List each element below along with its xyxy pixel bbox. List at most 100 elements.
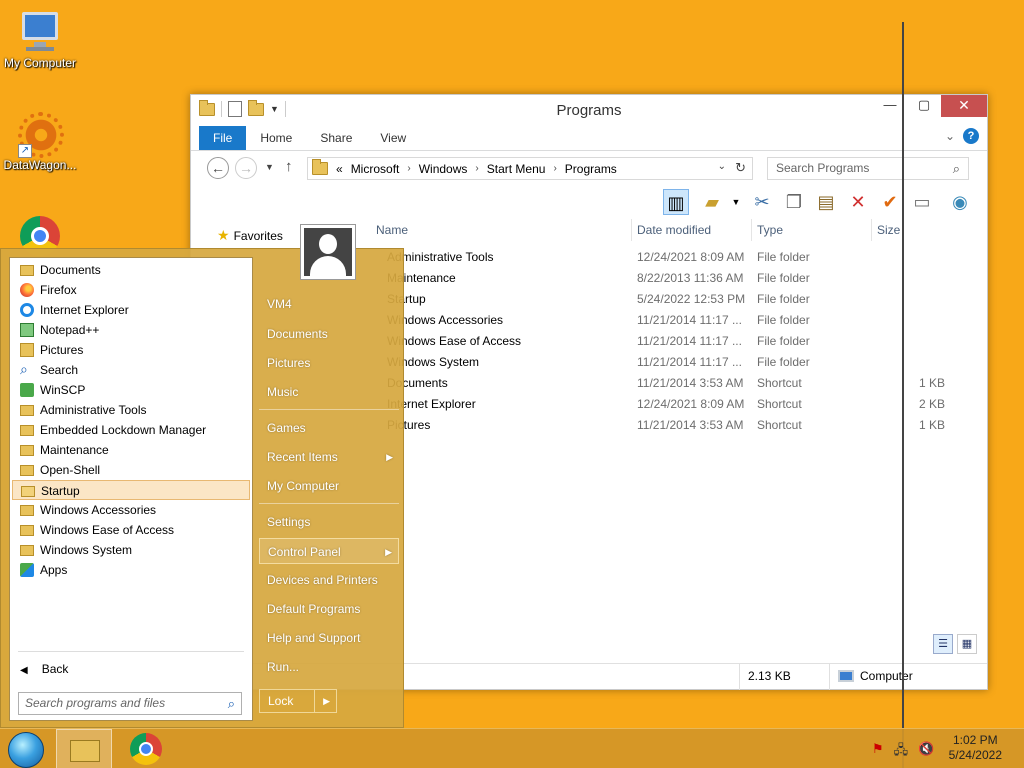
- table-row[interactable]: Pictures 11/21/2014 3:53 AM Shortcut 1 KB: [367, 415, 951, 436]
- start-item-games[interactable]: Games: [259, 415, 399, 441]
- user-avatar[interactable]: [300, 224, 356, 280]
- back-arrow-icon[interactable]: ←: [207, 157, 229, 179]
- breadcrumb-separator-icon[interactable]: ›: [553, 163, 556, 174]
- table-row[interactable]: Windows System 11/21/2014 11:17 ... File f…: [367, 352, 951, 373]
- paste-icon[interactable]: ▤: [813, 189, 839, 215]
- start-item-pictures[interactable]: Pictures: [259, 350, 399, 376]
- action-center-flag-icon[interactable]: ⚑: [872, 741, 884, 763]
- select-folder-icon[interactable]: ▰: [699, 189, 725, 215]
- lock-options-arrow-icon[interactable]: ▶: [323, 690, 330, 712]
- start-item-vm4[interactable]: VM4: [259, 291, 399, 317]
- details-view-icon[interactable]: ☰: [933, 634, 953, 654]
- table-row[interactable]: Windows Accessories 11/21/2014 11:17 ... F…: [367, 310, 951, 331]
- column-header-size[interactable]: Size: [877, 223, 900, 237]
- program-item-embedded-lockdown-manager[interactable]: Embedded Lockdown Manager: [12, 420, 250, 440]
- program-item-administrative-tools[interactable]: Administrative Tools: [12, 400, 250, 420]
- start-item-devices-and-printers[interactable]: Devices and Printers: [259, 567, 399, 593]
- cut-icon[interactable]: ✂: [749, 189, 775, 215]
- large-icons-view-icon[interactable]: ▦: [957, 634, 977, 654]
- program-item-internet-explorer[interactable]: Internet Explorer: [12, 300, 250, 320]
- breadcrumb-overflow[interactable]: «: [336, 162, 343, 176]
- tab-file[interactable]: File: [199, 126, 247, 150]
- table-row[interactable]: Internet Explorer 12/24/2021 8:09 AM Short…: [367, 394, 951, 415]
- program-item-pictures[interactable]: Pictures: [12, 340, 250, 360]
- up-arrow-icon[interactable]: ↑: [285, 158, 293, 175]
- table-row[interactable]: Maintenance 8/22/2013 11:36 AM File folder: [367, 268, 951, 289]
- table-row[interactable]: Windows Ease of Access 11/21/2014 11:17 .…: [367, 331, 951, 352]
- network-icon[interactable]: 🖧: [894, 741, 909, 763]
- start-item-music[interactable]: Music: [259, 379, 399, 405]
- tab-view[interactable]: View: [366, 126, 420, 150]
- start-item-my-computer[interactable]: My Computer: [259, 473, 399, 499]
- dropdown-icon[interactable]: ▼: [723, 189, 749, 215]
- copy-icon[interactable]: ❐: [781, 189, 807, 215]
- start-item-run[interactable]: Run...: [259, 654, 399, 680]
- table-row[interactable]: Documents 11/21/2014 3:53 AM Shortcut 1 KB: [367, 373, 951, 394]
- back-button[interactable]: ◀ Back: [20, 662, 68, 676]
- tab-share[interactable]: Share: [306, 126, 366, 150]
- start-button[interactable]: [8, 732, 44, 768]
- taskbar-file-explorer[interactable]: [56, 729, 112, 768]
- program-item-search[interactable]: ⌕ Search: [12, 360, 250, 380]
- program-item-windows-ease-of-access[interactable]: Windows Ease of Access: [12, 520, 250, 540]
- breadcrumb-microsoft[interactable]: Microsoft: [351, 162, 400, 176]
- lock-button[interactable]: Lock ▶: [259, 689, 337, 713]
- clock[interactable]: 1:02 PM 5/24/2022: [949, 733, 1002, 763]
- clock-date: 5/24/2022: [948, 748, 1002, 762]
- tab-home[interactable]: Home: [246, 126, 306, 150]
- apps-icon: [20, 563, 34, 577]
- refresh-icon[interactable]: ↻: [735, 160, 746, 176]
- address-input[interactable]: « Microsoft › Windows › Start Menu › Pro…: [307, 157, 753, 180]
- help-icon[interactable]: ?: [963, 128, 979, 144]
- taskbar-chrome[interactable]: [130, 733, 162, 765]
- breadcrumb-programs[interactable]: Programs: [565, 162, 617, 176]
- start-search-input[interactable]: Search programs and files ⌕: [18, 692, 242, 715]
- start-item-documents[interactable]: Documents: [259, 321, 399, 347]
- desktop-icon-my-computer[interactable]: My Computer: [0, 8, 80, 70]
- address-dropdown-icon[interactable]: ⌄: [718, 161, 726, 172]
- forward-arrow-icon[interactable]: →: [235, 157, 257, 179]
- status-zone: Computer: [829, 664, 989, 690]
- rename-icon[interactable]: ▭: [909, 189, 935, 215]
- start-item-settings[interactable]: Settings: [259, 509, 399, 535]
- start-item-help-and-support[interactable]: Help and Support: [259, 625, 399, 651]
- recent-locations-icon[interactable]: ▼: [265, 162, 274, 172]
- program-item-windows-accessories[interactable]: Windows Accessories: [12, 500, 250, 520]
- program-item-firefox[interactable]: Firefox: [12, 280, 250, 300]
- volume-muted-icon[interactable]: 🔇: [918, 741, 934, 763]
- folder-open-icon: [21, 486, 35, 497]
- breadcrumb-start-menu[interactable]: Start Menu: [487, 162, 546, 176]
- desktop-icon-datawagon[interactable]: ↗ DataWagon...: [0, 110, 80, 172]
- column-header-date[interactable]: Date modified: [637, 223, 711, 237]
- program-item-notepad-plus-plus[interactable]: Notepad++: [12, 320, 250, 340]
- program-item-startup[interactable]: Startup: [12, 480, 250, 500]
- breadcrumb-windows[interactable]: Windows: [419, 162, 468, 176]
- column-header-name[interactable]: Name: [376, 223, 408, 237]
- nav-item-favorites[interactable]: ★ Favorites: [217, 227, 283, 244]
- breadcrumb-separator-icon[interactable]: ›: [475, 163, 478, 174]
- preview-pane-icon[interactable]: ▥: [663, 189, 689, 215]
- close-button[interactable]: ✕: [941, 95, 987, 117]
- program-item-open-shell[interactable]: Open-Shell: [12, 460, 250, 480]
- start-item-recent-items[interactable]: Recent Items ▶: [259, 444, 399, 470]
- table-row[interactable]: Startup 5/24/2022 12:53 PM File folder: [367, 289, 951, 310]
- expand-ribbon-icon[interactable]: ⌄: [945, 129, 955, 143]
- globe-icon[interactable]: ◉: [947, 189, 973, 215]
- start-item-default-programs[interactable]: Default Programs: [259, 596, 399, 622]
- start-item-control-panel[interactable]: Control Panel ▶: [259, 538, 399, 564]
- breadcrumb-separator-icon[interactable]: ›: [407, 163, 410, 174]
- search-input[interactable]: Search Programs ⌕: [767, 157, 969, 180]
- delete-icon[interactable]: ✕: [845, 189, 871, 215]
- submenu-arrow-icon: ▶: [386, 452, 393, 462]
- table-row[interactable]: Administrative Tools 12/24/2021 8:09 AM Fi…: [367, 247, 951, 268]
- program-item-documents[interactable]: Documents: [12, 260, 250, 280]
- folder-icon: [20, 445, 34, 456]
- maximize-button[interactable]: ▢: [907, 95, 941, 117]
- program-item-maintenance[interactable]: Maintenance: [12, 440, 250, 460]
- program-item-winscp[interactable]: WinSCP: [12, 380, 250, 400]
- start-menu: Documents Firefox Internet Explorer Note…: [0, 248, 404, 728]
- program-item-windows-system[interactable]: Windows System: [12, 540, 250, 560]
- properties-check-icon[interactable]: ✔: [877, 189, 903, 215]
- column-header-type[interactable]: Type: [757, 223, 783, 237]
- program-item-apps[interactable]: Apps: [12, 560, 250, 580]
